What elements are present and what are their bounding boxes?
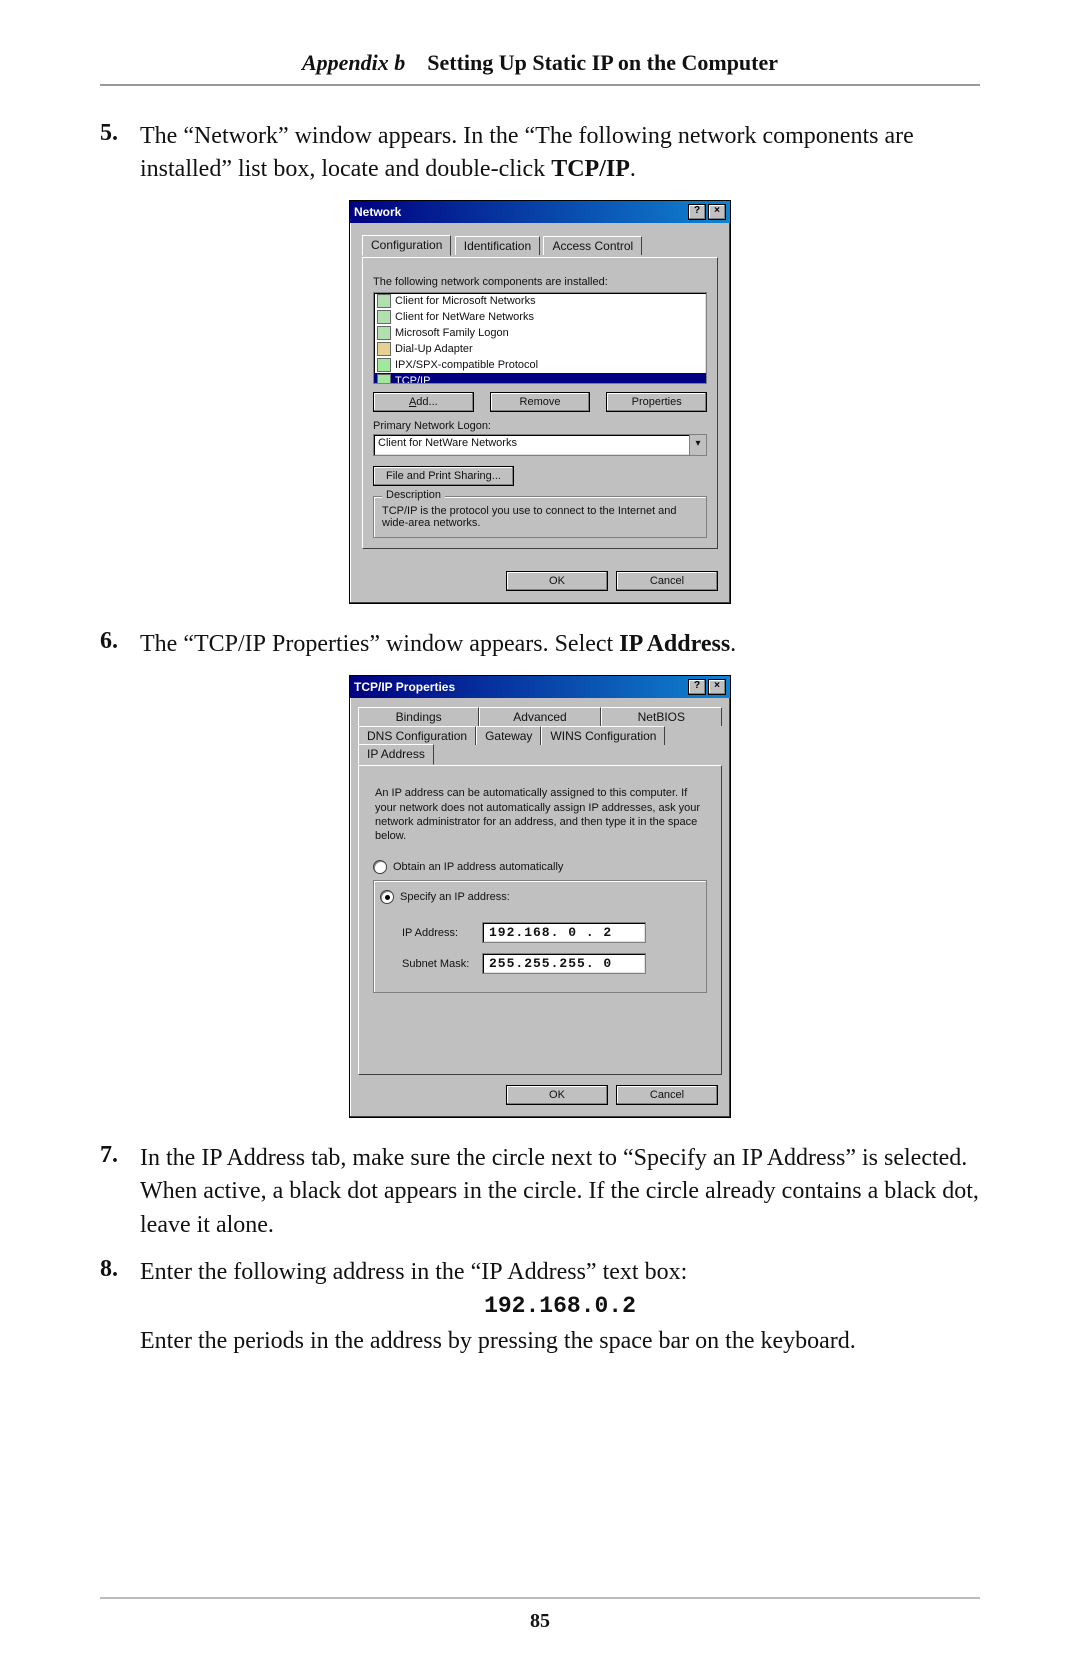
components-listbox[interactable]: Client for Microsoft Networks Client for… (373, 292, 707, 384)
window-title: Network (354, 205, 686, 219)
step-number: 6. (100, 628, 140, 661)
cancel-button[interactable]: Cancel (616, 571, 718, 591)
step-8: 8. Enter the following address in the “I… (100, 1256, 980, 1358)
dialog-footer: OK Cancel (350, 561, 730, 603)
tab-ip-address[interactable]: IP Address (358, 744, 434, 765)
specify-group: Specify an IP address: IP Address: 192.1… (373, 880, 707, 994)
step-body: The “Network” window appears. In the “Th… (140, 120, 980, 186)
footer-rule (100, 1597, 980, 1599)
titlebar[interactable]: TCP/IP Properties ? × (350, 676, 730, 698)
page-number: 85 (0, 1610, 1080, 1633)
tab-access-control[interactable]: Access Control (543, 236, 642, 255)
tab-page: The following network components are ins… (362, 257, 718, 549)
tab-netbios[interactable]: NetBIOS (601, 707, 722, 726)
combo-value: Client for NetWare Networks (374, 435, 689, 455)
step-number: 7. (100, 1142, 140, 1241)
window-title: TCP/IP Properties (354, 680, 686, 694)
list-item[interactable]: Dial-Up Adapter (374, 341, 706, 357)
header-title: Setting Up Static IP on the Computer (427, 50, 778, 75)
primary-logon-combo[interactable]: Client for NetWare Networks ▾ (373, 434, 707, 456)
description-text: TCP/IP is the protocol you use to connec… (382, 505, 698, 529)
step-6: 6. The “TCP/IP Properties” window appear… (100, 628, 980, 661)
tab-row-1: Bindings Advanced NetBIOS (358, 706, 722, 725)
help-text: An IP address can be automatically assig… (375, 786, 705, 843)
primary-logon-label: Primary Network Logon: (373, 420, 707, 432)
subnet-mask-row: Subnet Mask: 255.255.255. 0 (402, 953, 698, 974)
tab-row-2: DNS Configuration Gateway WINS Configura… (358, 725, 722, 765)
step-7: 7. In the IP Address tab, make sure the … (100, 1142, 980, 1241)
tab-wins[interactable]: WINS Configuration (541, 726, 665, 745)
radio-icon (380, 890, 394, 904)
help-button[interactable]: ? (688, 679, 706, 695)
tab-dns[interactable]: DNS Configuration (358, 726, 476, 745)
step-5: 5. The “Network” window appears. In the … (100, 120, 980, 186)
close-button[interactable]: × (708, 204, 726, 220)
list-item[interactable]: Client for Microsoft Networks (374, 293, 706, 309)
tcpip-properties-dialog: TCP/IP Properties ? × Bindings Advanced … (349, 675, 731, 1118)
step-number: 5. (100, 120, 140, 186)
titlebar[interactable]: Network ? × (350, 201, 730, 223)
description-legend: Description (382, 489, 445, 501)
cancel-button[interactable]: Cancel (616, 1085, 718, 1105)
tab-configuration[interactable]: Configuration (362, 235, 451, 256)
list-item[interactable]: Client for NetWare Networks (374, 309, 706, 325)
close-button[interactable]: × (708, 679, 726, 695)
properties-button[interactable]: Properties (606, 392, 707, 412)
add-button[interactable]: Add... (373, 392, 474, 412)
network-dialog: Network ? × Configuration Identification… (349, 200, 731, 604)
subnet-mask-input[interactable]: 255.255.255. 0 (482, 953, 646, 974)
page-header: Appendix b Setting Up Static IP on the C… (100, 50, 980, 76)
header-rule (100, 84, 980, 86)
ip-address-label: IP Address: (402, 927, 482, 939)
client-icon (377, 294, 391, 308)
appendix-label: Appendix b (302, 50, 405, 75)
list-heading: The following network components are ins… (373, 276, 707, 288)
tab-bindings[interactable]: Bindings (358, 707, 479, 726)
subnet-mask-label: Subnet Mask: (402, 958, 482, 970)
step-number: 8. (100, 1256, 140, 1358)
ip-address-row: IP Address: 192.168. 0 . 2 (402, 922, 698, 943)
step-body: Enter the following address in the “IP A… (140, 1256, 980, 1358)
list-item-selected[interactable]: TCP/IP (374, 373, 706, 384)
step-body: The “TCP/IP Properties” window appears. … (140, 628, 980, 661)
chevron-down-icon[interactable]: ▾ (689, 435, 706, 455)
protocol-icon (377, 374, 391, 384)
step-body: In the IP Address tab, make sure the cir… (140, 1142, 980, 1241)
client-icon (377, 326, 391, 340)
tab-page: An IP address can be automatically assig… (358, 765, 722, 1075)
help-button[interactable]: ? (688, 204, 706, 220)
client-icon (377, 310, 391, 324)
button-row: Add... Remove Properties (373, 392, 707, 412)
dialog-footer: OK Cancel (350, 1075, 730, 1117)
ok-button[interactable]: OK (506, 571, 608, 591)
tab-bar: Configuration Identification Access Cont… (362, 235, 718, 257)
file-print-sharing-button[interactable]: File and Print Sharing... (373, 466, 514, 486)
description-group: Description TCP/IP is the protocol you u… (373, 496, 707, 538)
ok-button[interactable]: OK (506, 1085, 608, 1105)
ip-address-input[interactable]: 192.168. 0 . 2 (482, 922, 646, 943)
radio-icon (373, 860, 387, 874)
list-item[interactable]: Microsoft Family Logon (374, 325, 706, 341)
protocol-icon (377, 358, 391, 372)
list-item[interactable]: IPX/SPX-compatible Protocol (374, 357, 706, 373)
tab-identification[interactable]: Identification (455, 236, 540, 255)
tab-advanced[interactable]: Advanced (479, 707, 600, 726)
radio-specify[interactable]: Specify an IP address: (380, 890, 516, 904)
adapter-icon (377, 342, 391, 356)
ip-code: 192.168.0.2 (140, 1291, 980, 1323)
remove-button[interactable]: Remove (490, 392, 591, 412)
radio-obtain-auto[interactable]: Obtain an IP address automatically (373, 860, 707, 874)
tab-gateway[interactable]: Gateway (476, 726, 541, 745)
